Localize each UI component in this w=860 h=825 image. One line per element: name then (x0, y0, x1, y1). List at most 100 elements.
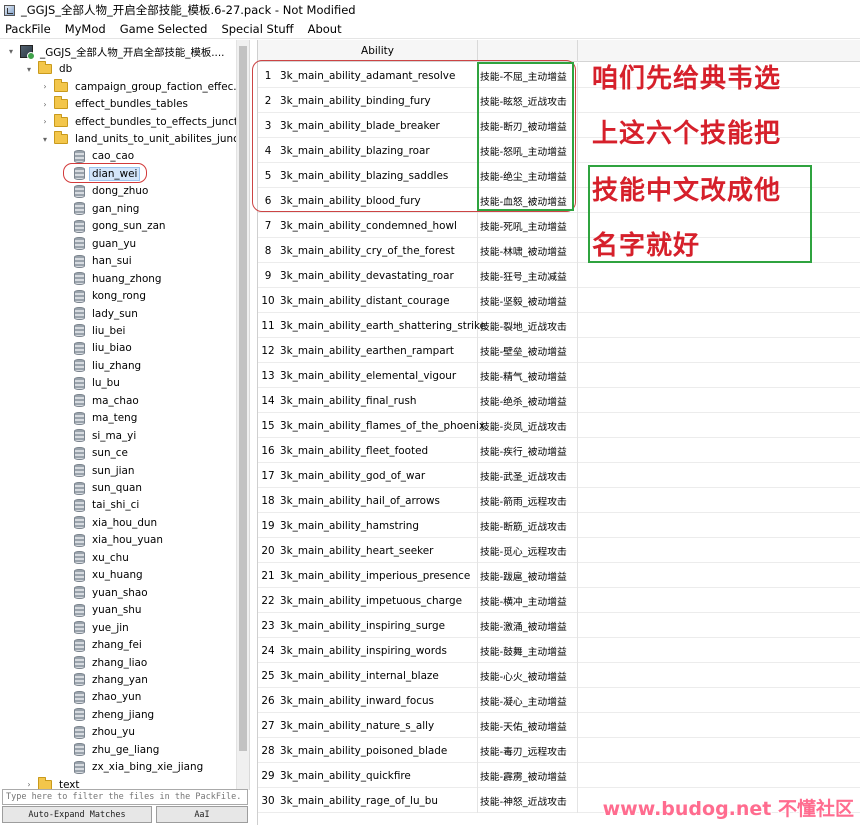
ability-name-cell[interactable]: 技能-断筋_近战攻击 (478, 513, 578, 538)
column-header-name[interactable] (478, 40, 578, 62)
table-row[interactable]: 18 3k_main_ability_hail_of_arrows 技能-箭雨_远程… (258, 488, 860, 513)
ability-key-cell[interactable]: 3k_main_ability_inward_focus (278, 688, 478, 713)
tree-table-item[interactable]: lu_bu (60, 375, 122, 393)
ability-key-cell[interactable]: 3k_main_ability_heart_seeker (278, 538, 478, 563)
ability-key-cell[interactable]: 3k_main_ability_devastating_roar (278, 263, 478, 288)
menu-mymod[interactable]: MyMod (64, 22, 107, 36)
ability-key-cell[interactable]: 3k_main_ability_flames_of_the_phoenix (278, 413, 485, 438)
ability-key-cell[interactable]: 3k_main_ability_final_rush (278, 388, 478, 413)
tree-table-item[interactable]: zheng_jiang (60, 706, 156, 724)
ability-name-cell[interactable]: 技能-霹雳_被动增益 (478, 763, 578, 788)
table-row[interactable]: 15 3k_main_ability_flames_of_the_phoenix 技… (258, 413, 860, 438)
ability-key-cell[interactable]: 3k_main_ability_condemned_howl (278, 213, 478, 238)
tree-table-item[interactable]: kong_rong (60, 287, 148, 305)
ability-key-cell[interactable]: 3k_main_ability_internal_blaze (278, 663, 478, 688)
tree-table-item[interactable]: zhang_liao (60, 654, 149, 672)
tree-table-item[interactable]: tai_shi_ci (60, 497, 141, 515)
ability-key-cell[interactable]: 3k_main_ability_god_of_war (278, 463, 478, 488)
tree-table-item[interactable]: guan_yu (60, 235, 138, 253)
ability-name-cell[interactable]: 技能-心火_被动增益 (478, 663, 578, 688)
tree-table-item[interactable]: xu_chu (60, 549, 131, 567)
table-row[interactable]: 9 3k_main_ability_devastating_roar 技能-狂号_主… (258, 263, 860, 288)
ability-name-cell[interactable]: 技能-天佑_被动增益 (478, 713, 578, 738)
ability-name-cell[interactable]: 技能-觅心_远程攻击 (478, 538, 578, 563)
tree-table-item[interactable]: ma_chao (60, 392, 141, 410)
column-header-ability[interactable]: Ability (278, 40, 478, 62)
ability-name-cell[interactable]: 技能-精气_被动增益 (478, 363, 578, 388)
ability-name-cell[interactable]: 技能-炎凤_近战攻击 (478, 413, 578, 438)
table-row[interactable]: 11 3k_main_ability_earth_shattering_strik… (258, 313, 860, 338)
ability-name-cell[interactable]: 技能-毒刃_远程攻击 (478, 738, 578, 763)
tree-table-item[interactable]: sun_ce (60, 444, 130, 462)
ability-key-cell[interactable]: 3k_main_ability_imperious_presence (278, 563, 478, 588)
table-row[interactable]: 27 3k_main_ability_nature_s_ally 技能-天佑_被动增… (258, 713, 860, 738)
table-row[interactable]: 28 3k_main_ability_poisoned_blade 技能-毒刃_远程… (258, 738, 860, 763)
tree-table-item[interactable]: xia_hou_dun (60, 514, 159, 532)
ability-key-cell[interactable]: 3k_main_ability_earthen_rampart (278, 338, 478, 363)
ability-name-cell[interactable]: 技能-坚毅_被动增益 (478, 288, 578, 313)
ability-name-cell[interactable]: 技能-神怒_近战攻击 (478, 788, 578, 813)
tree-folder-item[interactable]: › effect_bundles_tables (40, 95, 190, 113)
tree-table-item[interactable]: huang_zhong (60, 270, 164, 288)
chevron-right-icon[interactable]: › (40, 117, 50, 126)
tree-table-item[interactable]: yuan_shu (60, 601, 143, 619)
ability-name-cell[interactable]: 技能-壁垒_被动增益 (478, 338, 578, 363)
menu-packfile[interactable]: PackFile (4, 22, 52, 36)
ability-name-cell[interactable]: 技能-疾行_被动增益 (478, 438, 578, 463)
table-row[interactable]: 25 3k_main_ability_internal_blaze 技能-心火_被动… (258, 663, 860, 688)
ability-key-cell[interactable]: 3k_main_ability_rage_of_lu_bu (278, 788, 478, 813)
tree-table-item[interactable]: han_sui (60, 252, 134, 270)
tree-folder-item[interactable]: › effect_bundles_to_effects_juncti... (40, 113, 249, 131)
tree-table-item[interactable]: liu_biao (60, 340, 134, 358)
ability-name-cell[interactable]: 技能-激涌_被动增益 (478, 613, 578, 638)
ability-name-cell[interactable]: 技能-狂号_主动减益 (478, 263, 578, 288)
ability-key-cell[interactable]: 3k_main_ability_earth_shattering_strike (278, 313, 486, 338)
table-row[interactable]: 17 3k_main_ability_god_of_war 技能-武圣_近战攻击 (258, 463, 860, 488)
case-sensitive-button[interactable]: AaI (156, 806, 248, 823)
table-row[interactable]: 14 3k_main_ability_final_rush 技能-绝杀_被动增益 (258, 388, 860, 413)
ability-key-cell[interactable]: 3k_main_ability_nature_s_ally (278, 713, 478, 738)
ability-key-cell[interactable]: 3k_main_ability_quickfire (278, 763, 478, 788)
tree-scrollbar-thumb[interactable] (239, 46, 247, 751)
chevron-down-icon[interactable]: ▾ (6, 47, 16, 56)
tree-table-item[interactable]: xia_hou_yuan (60, 532, 165, 550)
auto-expand-button[interactable]: Auto-Expand Matches (2, 806, 152, 823)
tree-folder-item[interactable]: ▾ land_units_to_unit_abilites_junct... (40, 130, 249, 148)
ability-name-cell[interactable]: 技能-凝心_主动增益 (478, 688, 578, 713)
tree-table-item[interactable]: gong_sun_zan (60, 218, 168, 236)
tree-table-item[interactable]: zhao_yun (60, 689, 143, 707)
ability-name-cell[interactable]: 技能-鼓舞_主动增益 (478, 638, 578, 663)
tree-folder-db[interactable]: ▾ db (24, 60, 74, 78)
table-row[interactable]: 21 3k_main_ability_imperious_presence 技能-跋… (258, 563, 860, 588)
table-row[interactable]: 20 3k_main_ability_heart_seeker 技能-觅心_远程攻击 (258, 538, 860, 563)
ability-key-cell[interactable]: 3k_main_ability_distant_courage (278, 288, 478, 313)
table-row[interactable]: 19 3k_main_ability_hamstring 技能-断筋_近战攻击 (258, 513, 860, 538)
table-row[interactable]: 10 3k_main_ability_distant_courage 技能-坚毅_被… (258, 288, 860, 313)
ability-name-cell[interactable]: 技能-林啸_被动增益 (478, 238, 578, 263)
tree-table-item[interactable]: liu_bei (60, 322, 127, 340)
ability-name-cell[interactable]: 技能-横冲_主动增益 (478, 588, 578, 613)
chevron-down-icon[interactable]: ▾ (24, 65, 34, 74)
ability-key-cell[interactable]: 3k_main_ability_poisoned_blade (278, 738, 478, 763)
ability-key-cell[interactable]: 3k_main_ability_cry_of_the_forest (278, 238, 478, 263)
tree-table-item[interactable]: gan_ning (60, 200, 141, 218)
tree-table-item[interactable]: yuan_shao (60, 584, 150, 602)
ability-name-cell[interactable]: 技能-箭雨_远程攻击 (478, 488, 578, 513)
ability-key-cell[interactable]: 3k_main_ability_elemental_vigour (278, 363, 478, 388)
tree-root-packfile[interactable]: ▾ _GGJS_全部人物_开启全部技能_模板.... (6, 43, 226, 61)
tree-table-item[interactable]: ma_teng (60, 409, 139, 427)
table-row[interactable]: 23 3k_main_ability_inspiring_surge 技能-激涌_被… (258, 613, 860, 638)
tree-table-item[interactable]: sun_quan (60, 479, 144, 497)
tree-table-item[interactable]: zhou_yu (60, 724, 137, 742)
ability-key-cell[interactable]: 3k_main_ability_hamstring (278, 513, 478, 538)
filter-input[interactable] (2, 789, 248, 805)
ability-name-cell[interactable]: 技能-跋扈_被动增益 (478, 563, 578, 588)
table-row[interactable]: 12 3k_main_ability_earthen_rampart 技能-壁垒_被… (258, 338, 860, 363)
menu-game-selected[interactable]: Game Selected (119, 22, 209, 36)
tree-table-item[interactable]: dong_zhuo (60, 183, 150, 201)
table-row[interactable]: 13 3k_main_ability_elemental_vigour 技能-精气_… (258, 363, 860, 388)
tree-scrollbar[interactable] (236, 40, 249, 790)
tree-table-item[interactable]: yue_jin (60, 619, 131, 637)
chevron-down-icon[interactable]: ▾ (40, 135, 50, 144)
chevron-right-icon[interactable]: › (24, 780, 34, 789)
